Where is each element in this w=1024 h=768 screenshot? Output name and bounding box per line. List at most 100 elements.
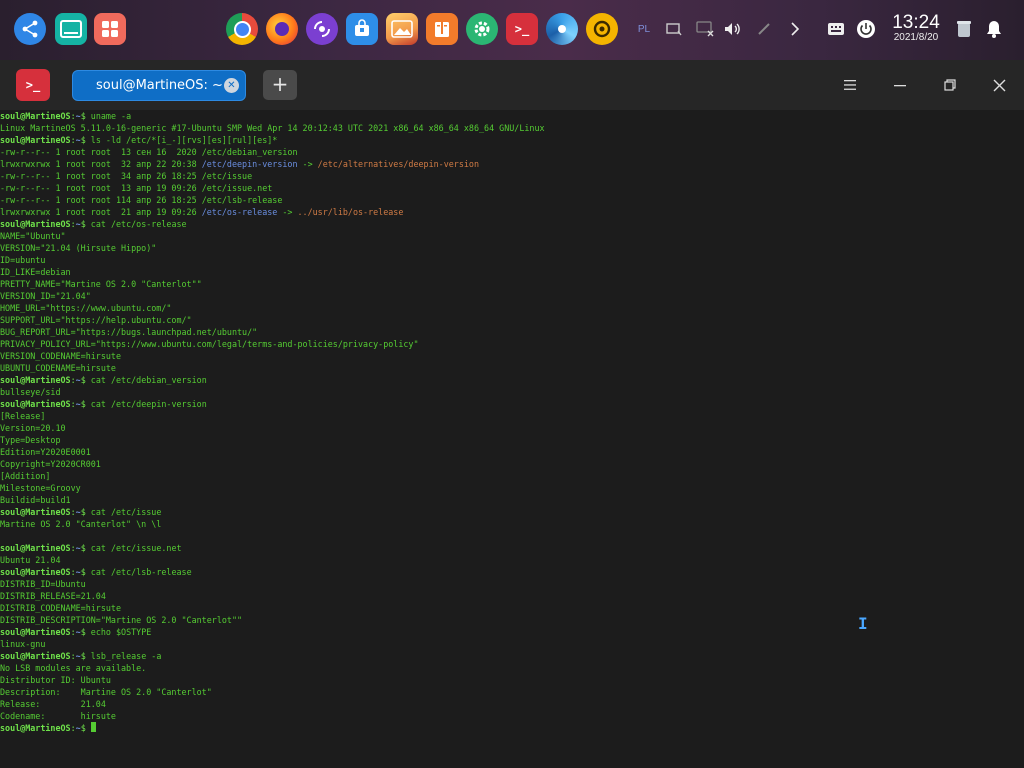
terminal-line: Linux MartineOS 5.11.0-16-generic #17-Ub…	[0, 122, 1024, 134]
terminal-line: Martine OS 2.0 "Canterlot" \n \l	[0, 518, 1024, 530]
prompt-symbol: $	[80, 627, 91, 637]
command-text: lsb_release -a	[90, 651, 162, 661]
new-tab-button[interactable]: +	[263, 70, 297, 100]
chrome-icon[interactable]	[226, 13, 258, 45]
command-text: cat /etc/lsb-release	[90, 567, 192, 577]
close-icon[interactable]	[988, 74, 1010, 96]
gear-icon[interactable]	[466, 13, 498, 45]
notification-bell-icon[interactable]	[983, 18, 1005, 40]
terminal-line: Edition=Y2020E0001	[0, 446, 1024, 458]
command-text: cat /etc/deepin-version	[90, 399, 207, 409]
terminal-line: lrwxrwxrwx 1 root root 32 апр 22 20:38 /…	[0, 158, 1024, 170]
terminal-line: Milestone=Groovy	[0, 482, 1024, 494]
terminal-line: [Release]	[0, 410, 1024, 422]
screen-recorder-icon[interactable]	[694, 18, 716, 40]
prompt-user: soul@MartineOS	[0, 723, 71, 733]
prompt-user: soul@MartineOS	[0, 111, 71, 121]
terminal-line: Ubuntu 21.04	[0, 554, 1024, 566]
output-text: Ubuntu 21.04	[0, 555, 61, 565]
terminal-line: VERSION_ID="21.04"	[0, 290, 1024, 302]
screenshot-icon[interactable]	[663, 18, 685, 40]
power-icon[interactable]	[855, 18, 877, 40]
multitask-icon[interactable]	[55, 13, 87, 45]
tab-terminal[interactable]: soul@MartineOS: ~ ✕	[72, 70, 246, 101]
maximize-icon[interactable]	[939, 74, 961, 96]
ls-meta: -rw-r--r-- 1 root root 13 апр 19 09:26	[0, 183, 202, 193]
trash-icon[interactable]	[953, 18, 975, 40]
output-text: DISTRIB_DESCRIPTION="Martine OS 2.0 "Can…	[0, 615, 243, 625]
terminal-line: DISTRIB_CODENAME=hirsute	[0, 602, 1024, 614]
firefox-icon[interactable]	[266, 13, 298, 45]
menu-icon[interactable]	[839, 74, 861, 96]
keyboard-layout-indicator[interactable]: PL	[633, 18, 655, 40]
ls-meta: lrwxrwxrwx 1 root root 32 апр 22 20:38	[0, 159, 202, 169]
terminal-line: -rw-r--r-- 1 root root 13 сен 16 2020 /e…	[0, 146, 1024, 158]
output-text: Version=20.10	[0, 423, 66, 433]
output-text: [Release]	[0, 411, 46, 421]
prompt-symbol: $	[80, 399, 91, 409]
prompt-user: soul@MartineOS	[0, 399, 71, 409]
terminal-lines: soul@MartineOS:~$ uname -a Linux MartineO…	[0, 110, 1024, 734]
clock-time[interactable]: 13:24	[886, 12, 946, 34]
command-text: ls -ld /etc/*[i_-][rvs][es][rul][es]*	[90, 135, 278, 145]
command-text: cat /etc/issue	[90, 507, 162, 517]
output-text: PRIVACY_POLICY_URL="https://www.ubuntu.c…	[0, 339, 419, 349]
ls-meta: -rw-r--r-- 1 root root 13 сен 16 2020	[0, 147, 202, 157]
output-text: HOME_URL="https://www.ubuntu.com/"	[0, 303, 172, 313]
chevron-right-icon[interactable]	[784, 18, 806, 40]
prompt-symbol: $	[80, 507, 91, 517]
terminal-line: soul@MartineOS:~$ ls -ld /etc/*[i_-][rvs…	[0, 134, 1024, 146]
workspace-icon[interactable]	[94, 13, 126, 45]
music-icon[interactable]	[306, 13, 338, 45]
prompt-symbol: $	[80, 723, 91, 733]
terminal-line: soul@MartineOS:~$ cat /etc/os-release	[0, 218, 1024, 230]
prompt-symbol: $	[80, 543, 91, 553]
output-text: Codename: hirsute	[0, 711, 116, 721]
terminal-line: Version=20.10	[0, 422, 1024, 434]
ls-arrow: ->	[277, 207, 298, 217]
keyboard-icon[interactable]	[825, 18, 847, 40]
prompt-user: soul@MartineOS	[0, 543, 71, 553]
ls-filename: /etc/issue.net	[201, 183, 273, 193]
output-text: DISTRIB_ID=Ubuntu	[0, 579, 86, 589]
terminal-icon[interactable]: >_	[506, 13, 538, 45]
output-text: Release: 21.04	[0, 699, 106, 709]
ls-link-target: /etc/alternatives/deepin-version	[317, 159, 480, 169]
terminal-line: -rw-r--r-- 1 root root 13 апр 19 09:26 /…	[0, 182, 1024, 194]
ls-filename: /etc/debian_version	[201, 147, 298, 157]
terminal-line: linux-gnu	[0, 638, 1024, 650]
volume-icon[interactable]	[722, 18, 744, 40]
ls-filename: /etc/os-release	[201, 207, 278, 217]
output-text: ID=ubuntu	[0, 255, 46, 265]
image-viewer-icon[interactable]	[386, 13, 418, 45]
terminal-app-icon[interactable]: >_	[16, 69, 50, 101]
swirl-icon[interactable]	[546, 13, 578, 45]
prompt-user: soul@MartineOS	[0, 651, 71, 661]
pen-icon[interactable]	[753, 18, 775, 40]
ls-meta: lrwxrwxrwx 1 root root 21 апр 19 09:26	[0, 207, 202, 217]
terminal-line: PRIVACY_POLICY_URL="https://www.ubuntu.c…	[0, 338, 1024, 350]
sync-icon[interactable]	[586, 13, 618, 45]
launcher-icon[interactable]	[14, 13, 46, 45]
tab-close-icon[interactable]: ✕	[224, 78, 239, 93]
output-text: Edition=Y2020E0001	[0, 447, 91, 457]
prompt-symbol: $	[80, 651, 91, 661]
terminal-line: ID_LIKE=debian	[0, 266, 1024, 278]
clock-date[interactable]: 2021/8/20	[886, 32, 946, 43]
app-store-icon[interactable]	[346, 13, 378, 45]
swirl-center	[558, 25, 566, 33]
output-text: DISTRIB_CODENAME=hirsute	[0, 603, 122, 613]
terminal-line: UBUNTU_CODENAME=hirsute	[0, 362, 1024, 374]
output-text: Martine OS 2.0 "Canterlot" \n \l	[0, 519, 162, 529]
terminal-line: DISTRIB_DESCRIPTION="Martine OS 2.0 "Can…	[0, 614, 1024, 626]
archive-icon[interactable]	[426, 13, 458, 45]
terminal-line: -rw-r--r-- 1 root root 34 апр 26 18:25 /…	[0, 170, 1024, 182]
prompt-symbol: $	[80, 135, 91, 145]
command-text: uname -a	[90, 111, 132, 121]
ls-filename: /etc/deepin-version	[201, 159, 298, 169]
output-text: [Addition]	[0, 471, 51, 481]
ls-link-target: ../usr/lib/os-release	[297, 207, 404, 217]
minimize-icon[interactable]	[889, 74, 911, 96]
terminal-line: soul@MartineOS:~$ uname -a	[0, 110, 1024, 122]
output-text: SUPPORT_URL="https://help.ubuntu.com/"	[0, 315, 192, 325]
